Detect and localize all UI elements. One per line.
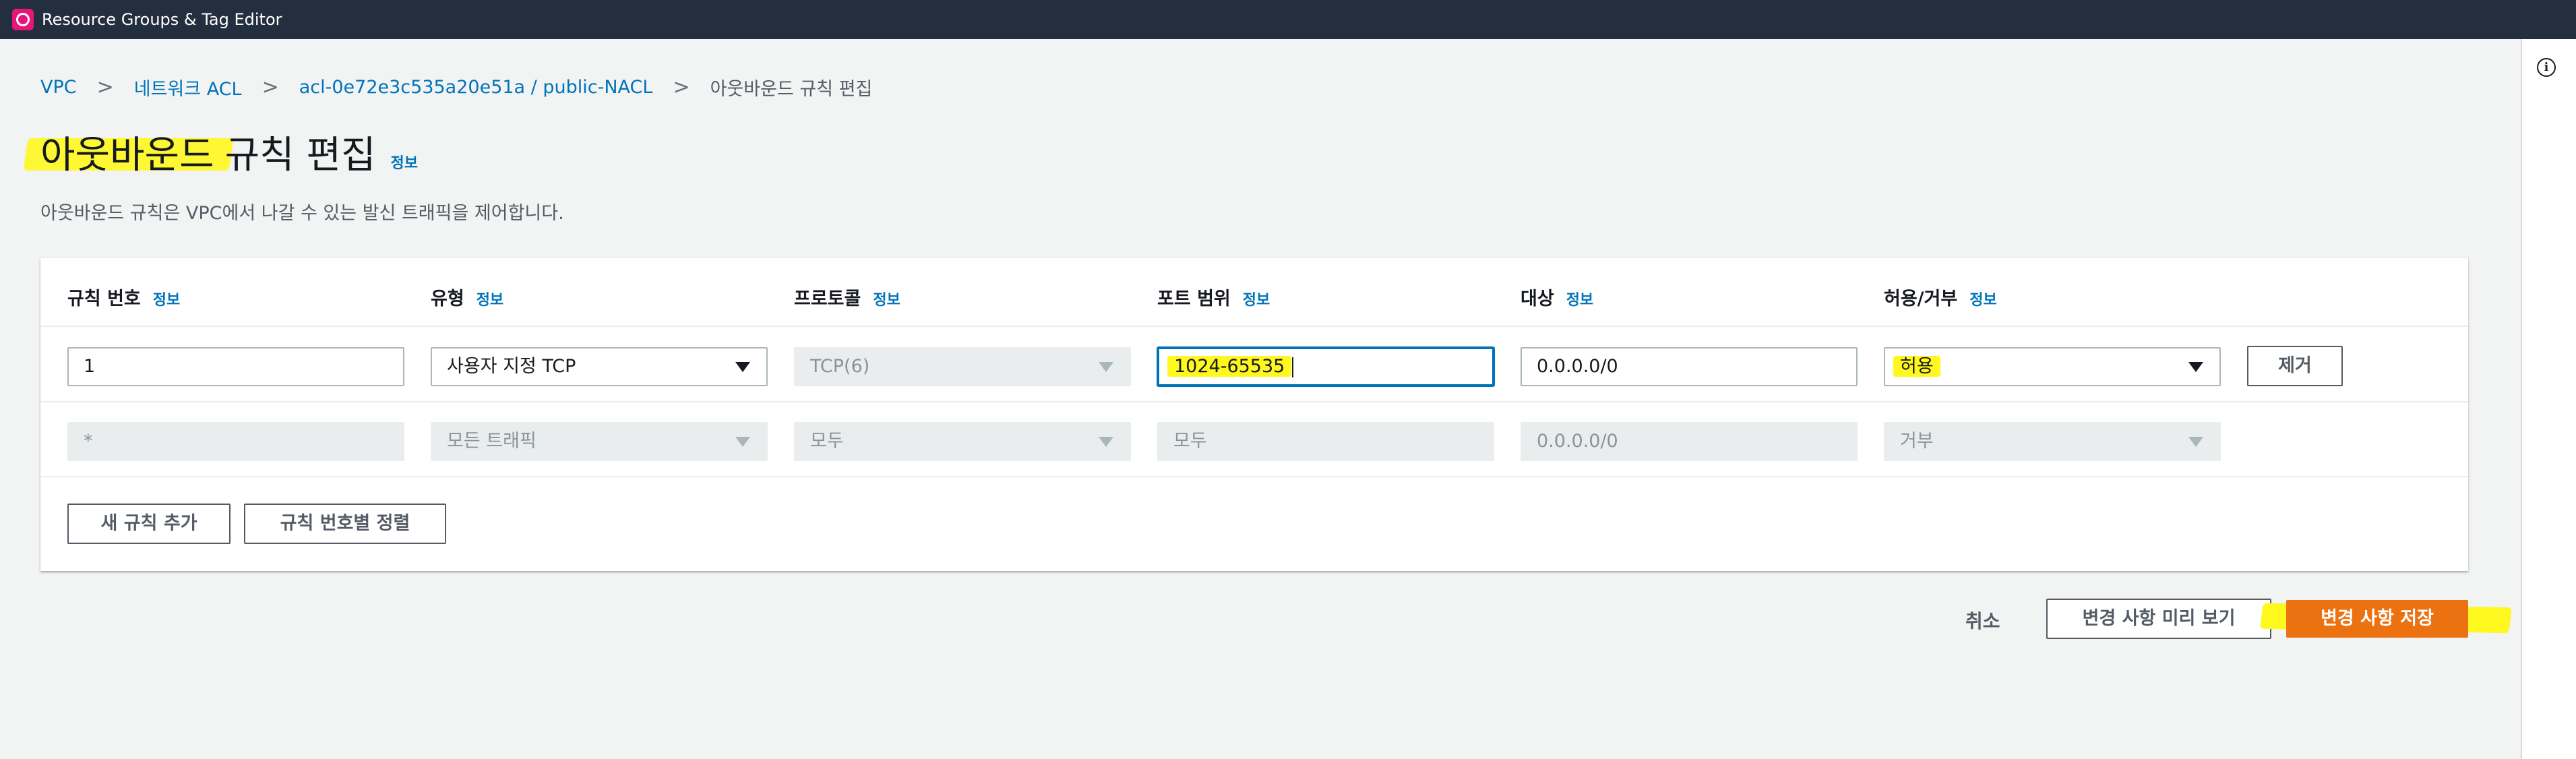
help-panel-rail: i [2521, 39, 2576, 759]
remove-rule-button[interactable]: 제거 [2247, 346, 2343, 386]
type-select[interactable]: 사용자 지정 TCP [431, 347, 768, 386]
caret-down-icon [1099, 362, 1113, 372]
page-title: 규칙 편집 [224, 133, 376, 177]
caret-down-icon [2188, 362, 2203, 372]
breadcrumb-vpc[interactable]: VPC [40, 77, 77, 98]
sort-by-rule-number-button[interactable]: 규칙 번호별 정렬 [244, 504, 446, 544]
rules-panel: 규칙 번호 정보 유형 정보 프로토콜 정보 포트 범위 정보 대상 정보 허용/거부 정보… [40, 257, 2468, 571]
page-title-highlighted: 아웃바운드 [40, 133, 214, 177]
allow-deny-select[interactable]: 허용 [1884, 347, 2221, 386]
type-info-link[interactable]: 정보 [477, 292, 503, 309]
column-header-rule-number: 규칙 번호 정보 [67, 289, 181, 309]
breadcrumb: VPC > 네트워크 ACL > acl-0e72e3c535a20e51a /… [40, 74, 872, 100]
row-divider [40, 476, 2468, 477]
page-info-link[interactable]: 정보 [391, 151, 418, 173]
default-protocol-select: 모두 [794, 422, 1131, 461]
top-navigation-bar: Resource Groups & Tag Editor [0, 0, 2576, 39]
breadcrumb-chevron-icon: > [96, 75, 114, 99]
destination-info-link[interactable]: 정보 [1566, 292, 1593, 309]
rule-number-input[interactable]: 1 [67, 347, 404, 386]
row-divider [40, 401, 2468, 402]
default-destination: 0.0.0.0/0 [1521, 422, 1858, 461]
breadcrumb-acl-id[interactable]: acl-0e72e3c535a20e51a / public-NACL [299, 77, 653, 98]
preview-changes-button[interactable]: 변경 사항 미리 보기 [2046, 599, 2271, 639]
column-header-destination: 대상 정보 [1521, 289, 1594, 309]
column-header-allow-deny: 허용/거부 정보 [1884, 289, 1997, 309]
caret-down-icon [735, 362, 750, 372]
port-range-value: 1024-65535 [1167, 356, 1292, 377]
column-header-type: 유형 정보 [431, 289, 504, 309]
caret-down-icon [1099, 437, 1113, 447]
protocol-select: TCP(6) [794, 347, 1131, 386]
resource-groups-icon[interactable] [12, 9, 34, 30]
add-rule-button[interactable]: 새 규칙 추가 [67, 504, 231, 544]
save-changes-button[interactable]: 변경 사항 저장 [2286, 600, 2468, 638]
text-cursor [1292, 357, 1294, 377]
app-title[interactable]: Resource Groups & Tag Editor [42, 10, 282, 29]
protocol-info-link[interactable]: 정보 [873, 292, 900, 309]
column-header-protocol: 프로토콜 정보 [794, 289, 900, 309]
info-icon[interactable]: i [2537, 58, 2556, 77]
default-port-range: 모두 [1157, 422, 1494, 461]
default-type-select: 모든 트래픽 [431, 422, 768, 461]
port-range-info-link[interactable]: 정보 [1243, 292, 1270, 309]
breadcrumb-chevron-icon: > [673, 75, 690, 99]
default-rule-number: * [67, 422, 404, 461]
header-divider [40, 326, 2468, 327]
default-action-select: 거부 [1884, 422, 2221, 461]
destination-input[interactable]: 0.0.0.0/0 [1521, 347, 1858, 386]
caret-down-icon [2188, 437, 2203, 447]
breadcrumb-network-acl[interactable]: 네트워크 ACL [134, 74, 242, 100]
page-description: 아웃바운드 규칙은 VPC에서 나갈 수 있는 발신 트래픽을 제어합니다. [40, 203, 564, 224]
breadcrumb-chevron-icon: > [262, 75, 279, 99]
column-header-port-range: 포트 범위 정보 [1157, 289, 1270, 309]
port-range-input[interactable]: 1024-65535 [1157, 347, 1494, 386]
allow-deny-info-link[interactable]: 정보 [1969, 292, 1996, 309]
rule-number-info-link[interactable]: 정보 [153, 292, 180, 309]
breadcrumb-current: 아웃바운드 규칙 편집 [710, 79, 873, 100]
cancel-button[interactable]: 취소 [1965, 607, 2000, 634]
caret-down-icon [735, 437, 750, 447]
page-header: 아웃바운드 규칙 편집 정보 [40, 125, 418, 179]
